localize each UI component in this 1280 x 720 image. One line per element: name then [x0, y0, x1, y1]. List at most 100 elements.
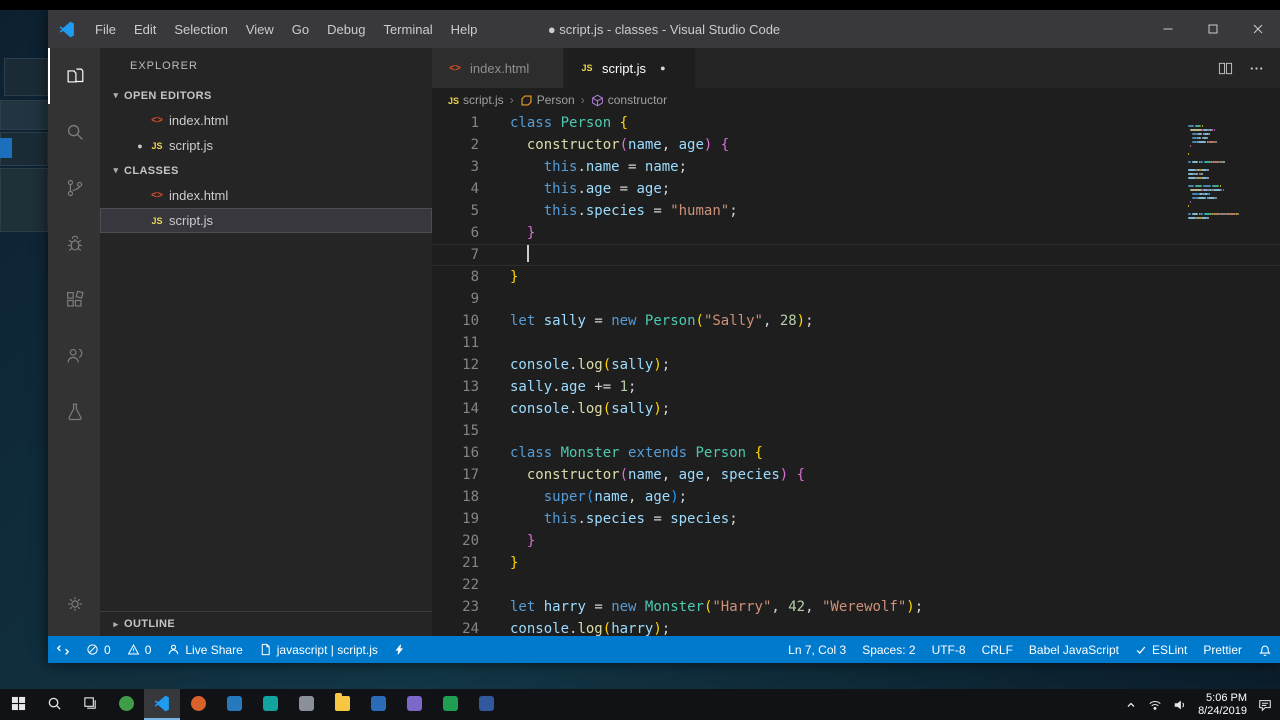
taskbar-task-view[interactable]	[72, 689, 108, 720]
tab-script.js[interactable]: JS script.js ●	[564, 48, 696, 88]
taskbar-file-explorer[interactable]	[324, 689, 360, 720]
activity-source-control[interactable]	[48, 160, 100, 216]
activity-explorer[interactable]	[48, 48, 100, 104]
remote-icon	[56, 643, 70, 657]
menu-edit[interactable]: Edit	[125, 10, 165, 48]
split-editor-icon[interactable]	[1218, 61, 1233, 76]
status-quick-action[interactable]	[386, 636, 413, 663]
activity-live-share[interactable]	[48, 328, 100, 384]
status-label: Babel JavaScript	[1028, 642, 1119, 657]
clock[interactable]: 5:06 PM 8/24/2019	[1198, 692, 1247, 717]
taskbar-app-11[interactable]	[468, 689, 504, 720]
code-line-6[interactable]: 6 }	[432, 222, 1280, 244]
status-language-mode[interactable]: Babel JavaScript	[1021, 636, 1127, 663]
minimap[interactable]	[1188, 116, 1268, 219]
close-button[interactable]	[1235, 10, 1280, 48]
taskbar-start[interactable]	[0, 689, 36, 720]
menu-go[interactable]: Go	[283, 10, 318, 48]
code-line-5[interactable]: 5 this.species = "human";	[432, 200, 1280, 222]
maximize-button[interactable]	[1190, 10, 1235, 48]
activity-search[interactable]	[48, 104, 100, 160]
breadcrumb-script.js[interactable]: JS script.js	[448, 93, 504, 107]
menu-debug[interactable]: Debug	[318, 10, 374, 48]
check-icon	[1135, 644, 1147, 656]
activity-test[interactable]	[48, 384, 100, 440]
code-line-23[interactable]: 23 let harry = new Monster("Harry", 42, "…	[432, 596, 1280, 618]
file-item-index.html[interactable]: <> index.html	[100, 108, 432, 133]
minimize-button[interactable]	[1145, 10, 1190, 48]
folder-label: CLASSES	[124, 164, 179, 177]
outline-header[interactable]: ▸ OUTLINE	[100, 611, 432, 636]
chevron-down-icon: ▾	[113, 165, 119, 175]
status-remote[interactable]	[48, 636, 78, 663]
code-line-11[interactable]: 11	[432, 332, 1280, 354]
code-line-12[interactable]: 12 console.log(sally);	[432, 354, 1280, 376]
status-encoding[interactable]: UTF-8	[924, 636, 974, 663]
code-line-4[interactable]: 4 this.age = age;	[432, 178, 1280, 200]
code-line-18[interactable]: 18 super(name, age);	[432, 486, 1280, 508]
code-line-15[interactable]: 15	[432, 420, 1280, 442]
menu-file[interactable]: File	[86, 10, 125, 48]
file-item-script.js[interactable]: ● JS script.js	[100, 133, 432, 158]
status-label: Spaces: 2	[862, 642, 916, 657]
taskbar-app-4[interactable]	[216, 689, 252, 720]
taskbar-app-6[interactable]	[288, 689, 324, 720]
code-line-10[interactable]: 10 let sally = new Person("Sally", 28);	[432, 310, 1280, 332]
open-editors-header[interactable]: ▾ OPEN EDITORS	[100, 83, 432, 108]
menu-selection[interactable]: Selection	[165, 10, 236, 48]
code-line-13[interactable]: 13 sally.age += 1;	[432, 376, 1280, 398]
file-item-script.js[interactable]: JS script.js	[100, 208, 432, 233]
activity-debug[interactable]	[48, 216, 100, 272]
status-errors[interactable]: 0	[78, 636, 119, 663]
line-number: 3	[470, 159, 479, 175]
breadcrumb-Person[interactable]: Person	[520, 93, 575, 107]
code-line-19[interactable]: 19 this.species = species;	[432, 508, 1280, 530]
taskbar-app-9[interactable]	[396, 689, 432, 720]
activity-extensions[interactable]	[48, 272, 100, 328]
status-live-share[interactable]: Live Share	[159, 636, 250, 663]
code-line-17[interactable]: 17 constructor(name, age, species) {	[432, 464, 1280, 486]
folder-header[interactable]: ▾ CLASSES	[100, 158, 432, 183]
status-indentation[interactable]: Spaces: 2	[854, 636, 923, 663]
breadcrumb-separator: ›	[509, 93, 514, 107]
code-line-1[interactable]: 1 class Person {	[432, 112, 1280, 134]
code-line-24[interactable]: 24 console.log(harry);	[432, 618, 1280, 636]
code-line-21[interactable]: 21}	[432, 552, 1280, 574]
taskbar-app-10[interactable]	[432, 689, 468, 720]
taskbar-vscode[interactable]	[144, 689, 180, 720]
status-active-file[interactable]: javascript | script.js	[251, 636, 386, 663]
activity-settings[interactable]	[48, 576, 100, 632]
taskbar-search[interactable]	[36, 689, 72, 720]
tab-index.html[interactable]: <> index.html	[432, 48, 564, 88]
file-item-index.html[interactable]: <> index.html	[100, 183, 432, 208]
menu-terminal[interactable]: Terminal	[374, 10, 441, 48]
code-line-9[interactable]: 9	[432, 288, 1280, 310]
action-center-icon[interactable]	[1258, 698, 1272, 712]
code-line-16[interactable]: 16 class Monster extends Person {	[432, 442, 1280, 464]
status-cursor-position[interactable]: Ln 7, Col 3	[780, 636, 854, 663]
status-notifications[interactable]	[1250, 636, 1280, 663]
code-line-14[interactable]: 14 console.log(sally);	[432, 398, 1280, 420]
taskbar-app-5[interactable]	[252, 689, 288, 720]
breadcrumb-constructor[interactable]: constructor	[591, 93, 667, 107]
menu-view[interactable]: View	[237, 10, 283, 48]
taskbar-browser[interactable]	[108, 689, 144, 720]
code-line-22[interactable]: 22	[432, 574, 1280, 596]
js-file-icon: JS	[448, 96, 460, 106]
network-icon[interactable]	[1148, 698, 1162, 712]
code-line-3[interactable]: 3 this.name = name;	[432, 156, 1280, 178]
status-prettier[interactable]: Prettier	[1195, 636, 1250, 663]
menu-help[interactable]: Help	[442, 10, 487, 48]
status-eslint[interactable]: ESLint	[1127, 636, 1195, 663]
code-line-7[interactable]: 7	[432, 244, 1280, 266]
volume-icon[interactable]	[1173, 698, 1187, 712]
code-line-8[interactable]: 8}	[432, 266, 1280, 288]
taskbar-app-8[interactable]	[360, 689, 396, 720]
code-line-20[interactable]: 20 }	[432, 530, 1280, 552]
status-warnings[interactable]: 0	[119, 636, 160, 663]
taskbar-app-3[interactable]	[180, 689, 216, 720]
more-actions-icon[interactable]	[1249, 61, 1264, 76]
code-line-2[interactable]: 2 constructor(name, age) {	[432, 134, 1280, 156]
chevron-up-icon[interactable]	[1125, 699, 1137, 711]
status-eol[interactable]: CRLF	[974, 636, 1021, 663]
